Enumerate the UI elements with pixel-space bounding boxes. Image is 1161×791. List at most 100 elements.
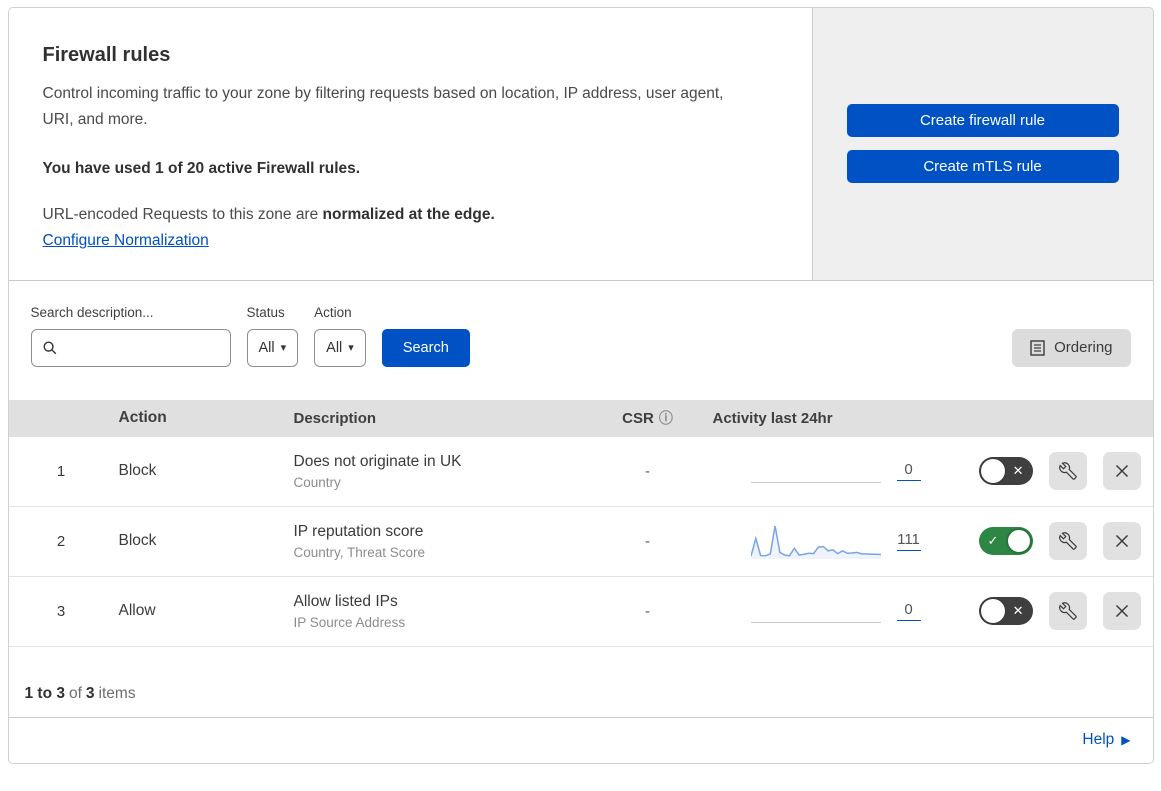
normalization-bold: normalized at the edge. <box>322 205 495 223</box>
rule-action: Block <box>118 462 157 480</box>
item-range: 1 to 3 <box>24 684 65 702</box>
rule-enabled-toggle[interactable]: ✓ ✕ <box>978 457 1033 486</box>
item-total: 3 <box>85 684 95 702</box>
help-arrow-icon: ▶ <box>1121 733 1131 748</box>
activity-sparkline <box>750 453 881 489</box>
action-column-header: Action <box>118 409 167 427</box>
table-header: Action Description CSR ⓘ Activity last 2… <box>8 399 1153 437</box>
csr-label: CSR <box>622 409 654 427</box>
delete-rule-button[interactable] <box>1102 522 1141 561</box>
ordering-button[interactable]: Ordering <box>1012 328 1131 367</box>
rule-csr-value: - <box>645 602 650 620</box>
close-icon <box>1114 603 1130 619</box>
rule-activity: 0 <box>693 593 933 629</box>
create-mtls-rule-button[interactable]: Create mTLS rule <box>846 150 1119 184</box>
rule-csr-value: - <box>645 462 650 480</box>
close-icon <box>1114 463 1130 479</box>
rule-priority: 2 <box>56 532 66 550</box>
action-label: Action <box>314 304 352 320</box>
activity-count-link[interactable]: 0 <box>896 461 921 482</box>
filter-bar: Search description... Status All ▾ Actio… <box>8 280 1153 400</box>
rule-enabled-toggle[interactable]: ✓ ✕ <box>978 597 1033 626</box>
chevron-down-icon: ▾ <box>348 342 354 355</box>
configure-normalization-link[interactable]: Configure Normalization <box>43 232 209 249</box>
rule-controls: ✓ ✕ <box>933 522 1153 561</box>
delete-rule-button[interactable] <box>1102 592 1141 631</box>
chevron-down-icon: ▾ <box>280 342 287 355</box>
help-bar: Help ▶ <box>8 717 1153 763</box>
toggle-check-icon: ✓ <box>987 533 999 549</box>
normalization-text: URL-encoded Requests to this zone are <box>42 205 323 223</box>
search-input[interactable] <box>57 339 220 356</box>
toggle-knob <box>980 599 1005 624</box>
table-footer: 1 to 3 of 3 items <box>8 646 1153 718</box>
delete-rule-button[interactable] <box>1102 452 1141 491</box>
create-firewall-rule-button[interactable]: Create firewall rule <box>846 104 1119 138</box>
rule-activity: 111 <box>693 523 933 560</box>
rule-description: IP reputation score Country, Threat Scor… <box>289 523 603 560</box>
wrench-icon <box>1058 602 1077 621</box>
rule-csr-value: - <box>645 532 650 550</box>
rule-controls: ✓ ✕ <box>933 592 1153 631</box>
status-filter-group: Status All ▾ <box>246 304 299 367</box>
usage-note: You have used 1 of 20 active Firewall ru… <box>42 159 361 177</box>
rule-controls: ✓ ✕ <box>933 452 1153 491</box>
rule-description-title: Does not originate in UK <box>293 452 462 470</box>
page-title: Firewall rules <box>42 44 171 66</box>
of-text: of <box>68 684 82 702</box>
toggle-knob <box>980 459 1005 484</box>
rule-action: Block <box>118 532 157 550</box>
header-section: Firewall rules Control incoming traffic … <box>8 8 1153 281</box>
ordering-label: Ordering <box>1054 339 1113 357</box>
table-row: 3 Allow Allow listed IPs IP Source Addre… <box>8 576 1153 647</box>
edit-rule-button[interactable] <box>1048 592 1087 631</box>
search-button[interactable]: Search <box>381 328 470 367</box>
help-link[interactable]: Help ▶ <box>1082 731 1130 749</box>
action-filter-group: Action All ▾ <box>314 305 366 367</box>
status-value: All <box>258 339 275 356</box>
table-row: 1 Block Does not originate in UK Country… <box>8 436 1153 507</box>
rule-description: Does not originate in UK Country <box>289 453 603 490</box>
activity-sparkline <box>750 523 881 560</box>
status-dropdown[interactable]: All ▾ <box>246 328 299 367</box>
activity-count-link[interactable]: 111 <box>896 531 921 552</box>
activity-sparkline <box>750 593 881 629</box>
search-input-box[interactable] <box>30 328 231 367</box>
toggle-cross-icon: ✕ <box>1012 463 1024 479</box>
rule-description-fields: Country <box>293 474 341 490</box>
rule-action: Allow <box>118 602 156 620</box>
search-group: Search description... <box>30 304 231 367</box>
rule-enabled-toggle[interactable]: ✓ ✕ <box>978 527 1033 556</box>
close-icon <box>1114 533 1130 549</box>
status-label: Status <box>246 304 285 320</box>
info-icon[interactable]: ⓘ <box>659 408 673 428</box>
rule-description: Allow listed IPs IP Source Address <box>289 593 603 630</box>
csr-column-header: CSR ⓘ <box>603 408 693 428</box>
rule-description-title: IP reputation score <box>293 522 424 540</box>
table-row: 2 Block IP reputation score Country, Thr… <box>8 506 1153 577</box>
edit-rule-button[interactable] <box>1048 522 1087 561</box>
rule-description-title: Allow listed IPs <box>293 592 398 610</box>
edit-rule-button[interactable] <box>1048 452 1087 491</box>
search-icon <box>42 340 58 356</box>
wrench-icon <box>1058 462 1077 481</box>
activity-count-link[interactable]: 0 <box>896 601 921 622</box>
action-value: All <box>326 339 343 356</box>
toggle-cross-icon: ✕ <box>1012 603 1024 619</box>
page-description: Control incoming traffic to your zone by… <box>42 85 724 129</box>
wrench-icon <box>1058 532 1077 551</box>
header-actions-panel: Create firewall rule Create mTLS rule <box>811 8 1153 280</box>
description-column-header: Description <box>293 409 377 427</box>
rule-activity: 0 <box>693 453 933 489</box>
header-text-panel: Firewall rules Control incoming traffic … <box>8 8 812 280</box>
activity-column-header: Activity last 24hr <box>712 409 833 427</box>
ordering-list-icon <box>1030 339 1045 356</box>
rule-priority: 1 <box>56 462 66 480</box>
action-dropdown[interactable]: All ▾ <box>314 328 366 367</box>
items-text: items <box>98 684 136 702</box>
rule-priority: 3 <box>56 602 66 620</box>
toggle-knob <box>1006 529 1031 554</box>
search-label: Search description... <box>30 304 154 320</box>
normalization-note: URL-encoded Requests to this zone are no… <box>43 206 772 224</box>
rule-description-fields: IP Source Address <box>293 614 406 630</box>
